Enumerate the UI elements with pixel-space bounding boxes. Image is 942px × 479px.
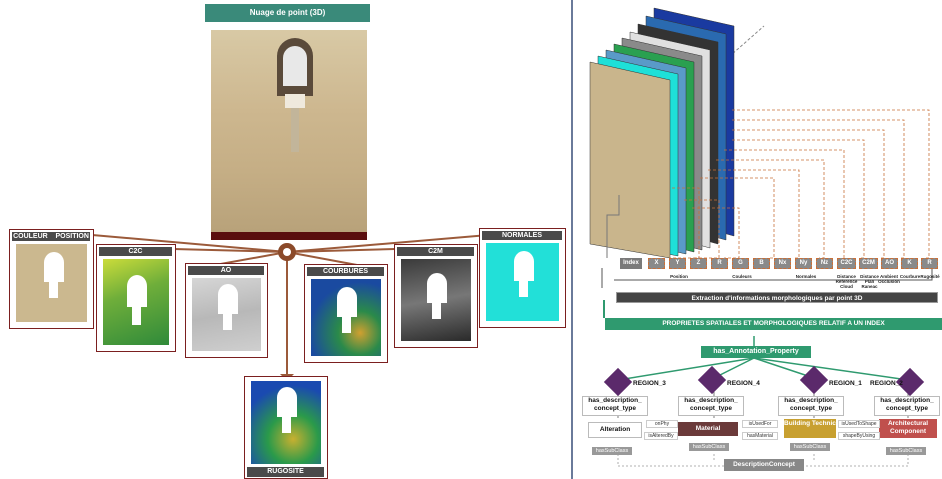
concept-type-region4: has_description_ concept_type bbox=[678, 396, 744, 416]
y-box: Y bbox=[669, 258, 686, 269]
subclass-4: hasSubClass bbox=[886, 447, 926, 455]
panel-c2c: C2C bbox=[96, 244, 176, 352]
panel-c2m: C2M bbox=[394, 244, 478, 348]
ao-box: AO bbox=[881, 258, 898, 269]
c2m-box: C2M bbox=[859, 258, 878, 269]
subclass-2: hasSubClass bbox=[689, 443, 729, 451]
thumb-couleur bbox=[16, 244, 87, 322]
wall-photo bbox=[211, 30, 367, 232]
sublabel-courbure: Courbure bbox=[899, 274, 921, 279]
k-box: K bbox=[901, 258, 918, 269]
z-box: Z bbox=[690, 258, 707, 269]
region-1-label: REGION_1 bbox=[829, 380, 862, 387]
sublabel-distance-cloud: Distance Reference Cloud bbox=[835, 274, 858, 289]
extraction-bar: Extraction d'informations morphologiques… bbox=[616, 292, 938, 303]
panel-couleur-position: COULEUR POSITION bbox=[9, 229, 94, 329]
left-diagram: Nuage de point (3D) COULEUR POSITION C2C bbox=[0, 0, 570, 479]
panel-courbures: COURBURES bbox=[304, 264, 388, 363]
concept-type-region1: has_description_ concept_type bbox=[778, 396, 844, 416]
edge-hasmaterial: hasMaterial bbox=[742, 432, 778, 440]
thumb-courbures bbox=[311, 279, 381, 356]
edge-isusedtoshape: isUsedToShape bbox=[838, 420, 880, 428]
label-c2m: C2M bbox=[397, 247, 474, 256]
region-2-label: REGION_2 bbox=[870, 380, 903, 387]
thumb-c2c bbox=[103, 259, 169, 345]
g-box: G bbox=[732, 258, 749, 269]
edge-onphy: onPhy bbox=[646, 420, 678, 428]
label-rugosite: RUGOSITE bbox=[247, 467, 324, 477]
thumb-c2m bbox=[401, 259, 471, 341]
concept-material: Material bbox=[678, 422, 738, 436]
sublabel-rugosite: Rugosité bbox=[920, 274, 940, 279]
label-couleur: COULEUR bbox=[13, 233, 48, 240]
x-box: X bbox=[648, 258, 665, 269]
concept-alteration: Alteration bbox=[588, 422, 642, 438]
sublabel-position: Position bbox=[670, 274, 688, 279]
subclass-1: hasSubClass bbox=[592, 447, 632, 455]
b-box: B bbox=[753, 258, 770, 269]
concept-type-region3: has_description_ concept_type bbox=[582, 396, 648, 416]
c2c-box: C2C bbox=[837, 258, 856, 269]
right-diagram: Index X Y Z R G B Nx Ny Nz C2C C2M AO K … bbox=[574, 0, 942, 479]
label-ao: AO bbox=[188, 266, 264, 275]
thumb-rugosite bbox=[251, 381, 321, 464]
region-4-label: REGION_4 bbox=[727, 380, 760, 387]
edge-isalteredby: isAlteredBy bbox=[644, 432, 678, 440]
sublabel-normales: Normales bbox=[795, 274, 817, 279]
concept-building-technic: Building Technic bbox=[784, 419, 836, 438]
panel-rugosite: RUGOSITE bbox=[244, 376, 328, 479]
subclass-3: hasSubClass bbox=[790, 443, 830, 451]
annotation-property: has_Annotation_Property bbox=[701, 346, 811, 358]
label-normales: NORMALES bbox=[482, 231, 562, 240]
nx-box: Nx bbox=[774, 258, 791, 269]
ny-box: Ny bbox=[795, 258, 812, 269]
label-position: POSITION bbox=[55, 233, 89, 240]
panel-ao: AO bbox=[185, 263, 268, 358]
concept-type-region2: has_description_ concept_type bbox=[874, 396, 940, 416]
edge-isusedfor: isUsedFor bbox=[742, 420, 778, 428]
point-cloud-title: Nuage de point (3D) bbox=[205, 4, 370, 22]
nz-box: Nz bbox=[816, 258, 833, 269]
thumb-normales bbox=[486, 243, 559, 321]
properties-bar: PROPRIETES SPATIALES ET MORPHOLOGIQUES R… bbox=[605, 318, 942, 330]
rugosite-box: R bbox=[921, 258, 938, 269]
sublabel-couleurs: Couleurs bbox=[732, 274, 752, 279]
vertical-divider bbox=[571, 0, 573, 479]
point-cloud-panel: Nuage de point (3D) bbox=[205, 4, 370, 240]
panel-normales: NORMALES bbox=[479, 228, 566, 328]
r-box: R bbox=[711, 258, 728, 269]
edge-shapebyusing: shapeByUsing bbox=[838, 432, 880, 440]
label-c2c: C2C bbox=[99, 247, 172, 256]
index-box: Index bbox=[620, 258, 642, 269]
photo-base-bar bbox=[211, 232, 367, 240]
label-courbures: COURBURES bbox=[307, 267, 384, 276]
description-concept: DescriptionConcept bbox=[724, 459, 804, 471]
concept-architectural-component: Architectural Component bbox=[879, 419, 937, 438]
region-3-label: REGION_3 bbox=[633, 380, 666, 387]
sublabel-ambient: Ambient Occlusion bbox=[878, 274, 900, 284]
thumb-ao bbox=[192, 278, 261, 351]
